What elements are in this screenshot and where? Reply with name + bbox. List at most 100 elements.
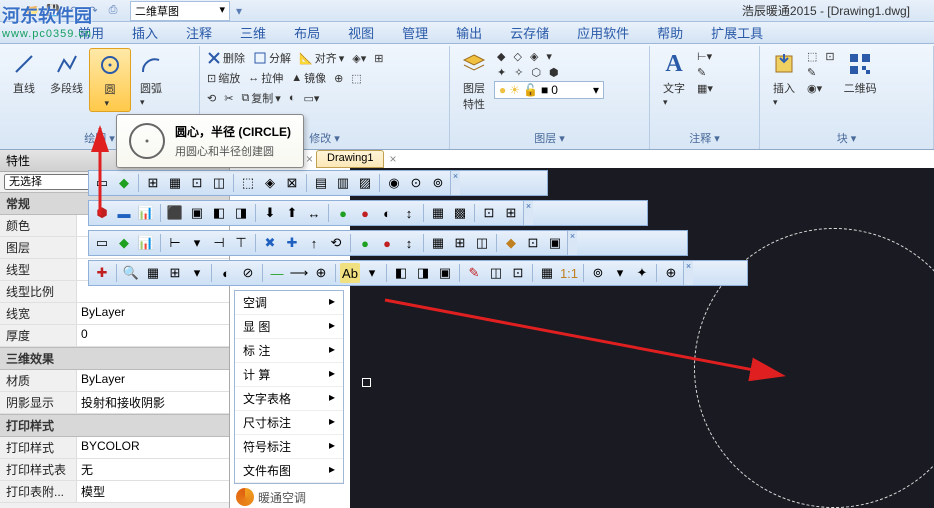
- mirror-button[interactable]: ▲镜像: [288, 69, 329, 87]
- ts4-b19[interactable]: ▦: [537, 263, 557, 283]
- prop-plottable[interactable]: 无: [76, 459, 229, 480]
- line-button[interactable]: 直线: [4, 48, 44, 112]
- tab-insert[interactable]: 插入: [118, 21, 172, 44]
- ts3-b11[interactable]: ⟲: [326, 233, 346, 253]
- mi-file[interactable]: 文件布图▸: [235, 459, 343, 483]
- mi-ac[interactable]: 空调▸: [235, 291, 343, 315]
- toolstrip-2[interactable]: ⬢▬📊 ⬛▣◧◨ ⬇⬆↔ ●●◐↕ ▦▩ ⊡⊞ ×: [88, 200, 648, 226]
- qr-button[interactable]: 二维码: [838, 48, 883, 110]
- arc-button[interactable]: 圆弧▾: [131, 48, 171, 112]
- btn-m8[interactable]: ▭▾: [300, 91, 322, 106]
- ts4-b12[interactable]: ▾: [362, 263, 382, 283]
- prop-thickness[interactable]: 0: [76, 325, 229, 346]
- ts3-b8[interactable]: ✖: [260, 233, 280, 253]
- scale-button[interactable]: ⊡缩放: [204, 69, 243, 87]
- ts3-b7[interactable]: ⊤: [231, 233, 251, 253]
- ly6[interactable]: ✧: [511, 65, 526, 80]
- ly3[interactable]: ◈: [527, 49, 541, 64]
- doc-tab-close-2[interactable]: ×: [386, 152, 399, 166]
- panel-block-label[interactable]: 块 ▾: [764, 129, 929, 147]
- ly5[interactable]: ✦: [494, 65, 509, 80]
- ts1-b2[interactable]: ◆: [114, 173, 134, 193]
- ts4-b3[interactable]: ▦: [143, 263, 163, 283]
- ts2-b12[interactable]: ●: [355, 203, 375, 223]
- ts2-b17[interactable]: ⊡: [479, 203, 499, 223]
- btn-m1[interactable]: ◈▾: [349, 51, 369, 66]
- ts4-b5[interactable]: ▾: [187, 263, 207, 283]
- layer-props-button[interactable]: 图层 特性: [454, 48, 494, 114]
- tab-annotate[interactable]: 注释: [172, 21, 226, 44]
- polyline-button[interactable]: 多段线: [44, 48, 89, 112]
- ts1-b4[interactable]: ▦: [165, 173, 185, 193]
- ts3-b16[interactable]: ⊞: [450, 233, 470, 253]
- ts2-b13[interactable]: ◐: [377, 203, 397, 223]
- ts2-b2[interactable]: ▬: [114, 203, 134, 223]
- bk3[interactable]: ✎: [804, 65, 819, 80]
- ts3-b17[interactable]: ◫: [472, 233, 492, 253]
- toolstrip-4[interactable]: ✚ 🔍▦⊞▾ ◐⊘ —⟶⊕ Ab▾ ◧◨▣ ✎◫⊡ ▦1:1 ⊚▾✦ ⊕ ×: [88, 260, 748, 286]
- insert-button[interactable]: 插入▾: [764, 48, 804, 110]
- mi-view[interactable]: 显 图▸: [235, 315, 343, 339]
- ts3-b4[interactable]: ⊢: [165, 233, 185, 253]
- align-button[interactable]: 📐对齐 ▾: [296, 49, 347, 67]
- ts3-b10[interactable]: ↑: [304, 233, 324, 253]
- ts3-b19[interactable]: ⊡: [523, 233, 543, 253]
- ts1-b7[interactable]: ⬚: [238, 173, 258, 193]
- ts4-b9[interactable]: ⟶: [289, 263, 309, 283]
- prop-material[interactable]: ByLayer: [76, 370, 229, 391]
- tab-cloud[interactable]: 云存储: [496, 21, 563, 44]
- ts4-b11[interactable]: Ab: [340, 263, 360, 283]
- an3[interactable]: ▦▾: [694, 81, 716, 96]
- ts1-b6[interactable]: ◫: [209, 173, 229, 193]
- ts3-b2[interactable]: ◆: [114, 233, 134, 253]
- prop-lineweight[interactable]: ByLayer: [76, 303, 229, 324]
- ts4-b14[interactable]: ◨: [413, 263, 433, 283]
- ts2-b7[interactable]: ◨: [231, 203, 251, 223]
- ts3-b15[interactable]: ▦: [428, 233, 448, 253]
- an1[interactable]: ⊢▾: [694, 49, 715, 64]
- btn-m3[interactable]: ⊕: [331, 71, 346, 86]
- mi-dim[interactable]: 标 注▸: [235, 339, 343, 363]
- ly8[interactable]: ⬢: [546, 65, 562, 80]
- ts2-b15[interactable]: ▦: [428, 203, 448, 223]
- ts1-b8[interactable]: ◈: [260, 173, 280, 193]
- delete-button[interactable]: 删除: [204, 49, 248, 67]
- tab-view[interactable]: 视图: [334, 21, 388, 44]
- ts1-b1[interactable]: ▭: [92, 173, 112, 193]
- ts1-b12[interactable]: ▨: [355, 173, 375, 193]
- tab-ext[interactable]: 扩展工具: [697, 21, 777, 44]
- toolstrip-1[interactable]: ▭◆ ⊞▦⊡◫ ⬚◈⊠ ▤▥▨ ◉⊙⊚ ×: [88, 170, 548, 196]
- btn-m5[interactable]: ⟲: [204, 91, 219, 106]
- ts3-b5[interactable]: ▾: [187, 233, 207, 253]
- ts4-b18[interactable]: ⊡: [508, 263, 528, 283]
- an2[interactable]: ✎: [694, 65, 709, 80]
- text-button[interactable]: A 文字▾: [654, 48, 694, 110]
- ts2-b14[interactable]: ↕: [399, 203, 419, 223]
- bk1[interactable]: ⬚: [804, 49, 820, 64]
- btn-m7[interactable]: ◐: [286, 91, 299, 105]
- layer-combo[interactable]: ●☀🔓■ 0▾: [494, 81, 604, 99]
- ts1-b14[interactable]: ⊙: [406, 173, 426, 193]
- ts2-close[interactable]: ×: [523, 201, 533, 225]
- ts2-b11[interactable]: ●: [333, 203, 353, 223]
- ts4-b23[interactable]: ✦: [632, 263, 652, 283]
- ts1-b9[interactable]: ⊠: [282, 173, 302, 193]
- footer-hvac[interactable]: 暖通空调: [236, 488, 306, 506]
- ly7[interactable]: ⬡: [528, 65, 544, 80]
- qat-print-icon[interactable]: ⎙: [104, 3, 122, 19]
- btn-m4[interactable]: ⬚: [348, 71, 364, 86]
- ts4-b17[interactable]: ◫: [486, 263, 506, 283]
- ts3-b9[interactable]: ✚: [282, 233, 302, 253]
- panel-annot-label[interactable]: 注释 ▾: [654, 129, 755, 147]
- tab-help[interactable]: 帮助: [643, 21, 697, 44]
- tab-output[interactable]: 输出: [442, 21, 496, 44]
- ts4-b24[interactable]: ⊕: [661, 263, 681, 283]
- ts2-b6[interactable]: ◧: [209, 203, 229, 223]
- cat-3d[interactable]: 三维效果: [0, 347, 229, 370]
- ly1[interactable]: ◆: [494, 49, 508, 64]
- btn-m2[interactable]: ⊞: [371, 51, 386, 66]
- copy-button[interactable]: ⧉复制 ▾: [238, 89, 283, 107]
- btn-m6[interactable]: ✂: [221, 91, 236, 106]
- ts1-b13[interactable]: ◉: [384, 173, 404, 193]
- mi-size[interactable]: 尺寸标注▸: [235, 411, 343, 435]
